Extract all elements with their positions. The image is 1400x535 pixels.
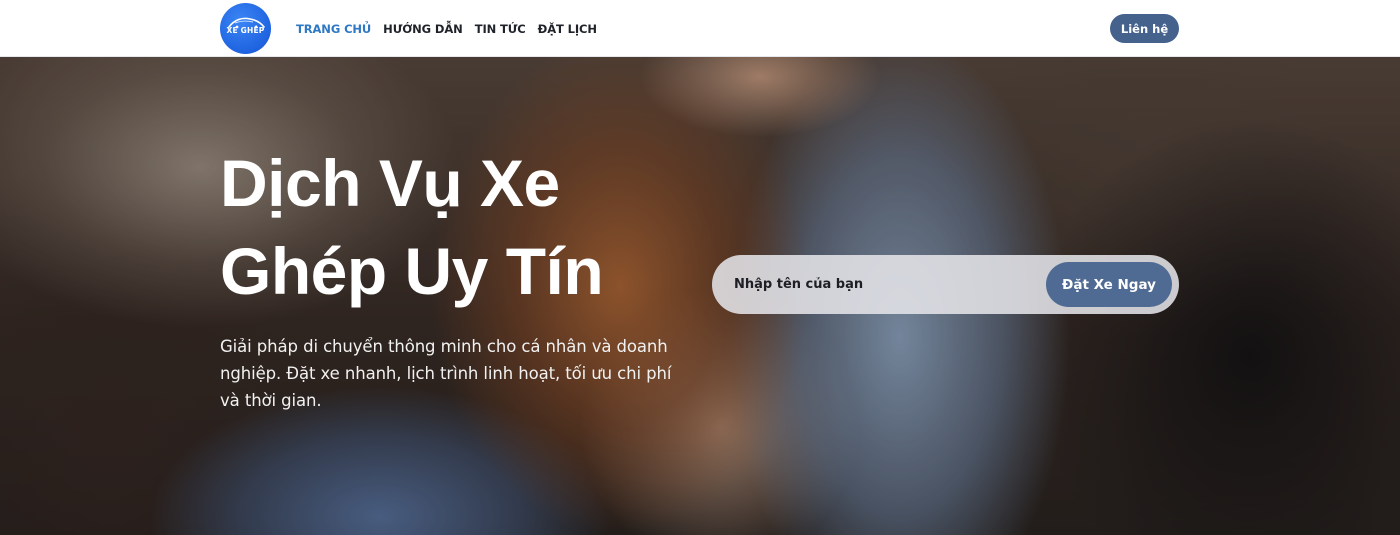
book-now-button[interactable]: Đặt Xe Ngay — [1046, 262, 1172, 307]
hero-title-line-1: Dịch Vụ Xe — [220, 146, 560, 220]
site-header: XE GHÉP TRANG CHỦ HƯỚNG DẪN TIN TỨC ĐẶT … — [0, 0, 1400, 57]
name-input[interactable] — [734, 255, 1034, 314]
hero-section: Dịch Vụ Xe Ghép Uy Tín Giải pháp di chuy… — [0, 57, 1400, 535]
hero-title: Dịch Vụ Xe Ghép Uy Tín — [220, 139, 690, 315]
nav-item-booking[interactable]: ĐẶT LỊCH — [538, 22, 597, 36]
logo-text: XE GHÉP — [226, 25, 265, 35]
hero-title-line-2: Ghép Uy Tín — [220, 234, 604, 308]
nav-item-guide[interactable]: HƯỚNG DẪN — [383, 22, 463, 36]
main-nav: TRANG CHỦ HƯỚNG DẪN TIN TỨC ĐẶT LỊCH — [296, 0, 597, 57]
brand-logo[interactable]: XE GHÉP — [220, 3, 271, 54]
booking-form: Đặt Xe Ngay — [712, 255, 1179, 314]
hero-overlay — [0, 57, 1400, 535]
hero-description: Giải pháp di chuyển thông minh cho cá nh… — [220, 337, 672, 410]
contact-button[interactable]: Liên hệ — [1110, 14, 1179, 43]
nav-item-home[interactable]: TRANG CHỦ — [296, 22, 371, 36]
nav-item-news[interactable]: TIN TỨC — [475, 22, 526, 36]
